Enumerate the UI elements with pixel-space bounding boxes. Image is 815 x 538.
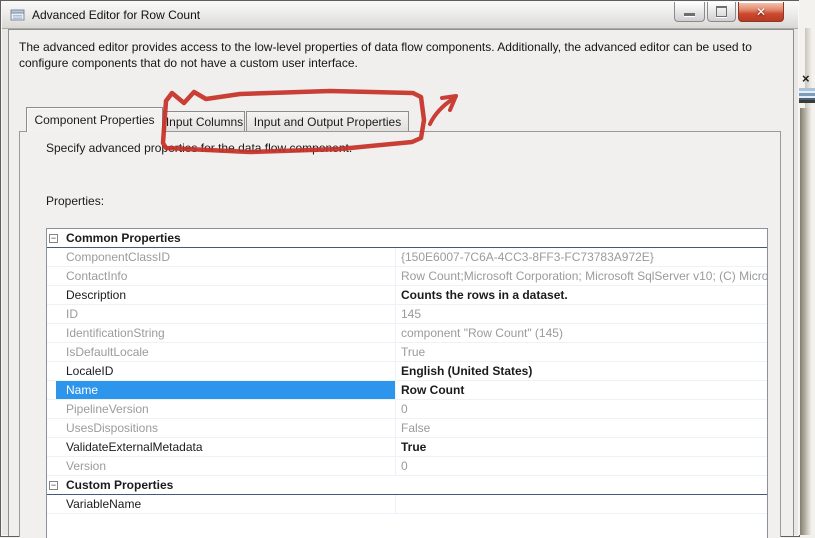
property-row[interactable]: ValidateExternalMetadataTrue — [47, 438, 767, 457]
row-gutter — [47, 305, 56, 323]
maximize-button[interactable] — [707, 2, 736, 22]
property-name[interactable]: ID — [56, 305, 395, 323]
category-label: Custom Properties — [66, 478, 173, 492]
dialog-description: The advanced editor provides access to t… — [19, 39, 771, 71]
property-value[interactable] — [395, 495, 767, 513]
property-name[interactable]: UsesDispositions — [56, 419, 395, 437]
tab-page-instruction: Specify advanced properties for the data… — [46, 141, 352, 155]
property-name[interactable]: IdentificationString — [56, 324, 395, 342]
tab-input-columns[interactable]: Input Columns — [164, 111, 245, 132]
property-name[interactable]: Version — [56, 457, 395, 475]
property-name[interactable]: ValidateExternalMetadata — [56, 438, 395, 456]
property-value[interactable]: 0 — [395, 400, 767, 418]
property-value[interactable]: True — [395, 343, 767, 361]
close-icon: ✕ — [756, 5, 766, 19]
window-title: Advanced Editor for Row Count — [32, 8, 200, 22]
property-grid[interactable]: −Common PropertiesComponentClassID{150E6… — [46, 228, 768, 538]
property-name[interactable]: VariableName — [56, 495, 395, 513]
property-row[interactable]: ComponentClassID{150E6007-7C6A-4CC3-8FF3… — [47, 248, 767, 267]
category-label: Common Properties — [66, 231, 181, 245]
background-window-strip: × — [799, 0, 815, 535]
tab-label: Input and Output Properties — [254, 115, 401, 129]
property-value[interactable]: 0 — [395, 457, 767, 475]
caption-buttons: ✕ — [674, 2, 784, 22]
property-row[interactable]: UsesDispositionsFalse — [47, 419, 767, 438]
close-button[interactable]: ✕ — [738, 2, 784, 22]
property-row[interactable]: IsDefaultLocaleTrue — [47, 343, 767, 362]
property-value[interactable]: False — [395, 419, 767, 437]
property-row[interactable]: ContactInfoRow Count;Microsoft Corporati… — [47, 267, 767, 286]
category-row[interactable]: −Common Properties — [47, 229, 767, 248]
property-row[interactable]: LocaleIDEnglish (United States) — [47, 362, 767, 381]
property-name[interactable]: IsDefaultLocale — [56, 343, 395, 361]
property-value[interactable]: component "Row Count" (145) — [395, 324, 767, 342]
property-name[interactable]: PipelineVersion — [56, 400, 395, 418]
row-gutter — [47, 362, 56, 380]
row-gutter — [47, 438, 56, 456]
window-drop-shadow — [800, 108, 812, 535]
row-gutter — [47, 419, 56, 437]
background-toolbar-lines — [799, 88, 815, 103]
property-value[interactable]: Counts the rows in a dataset. — [395, 286, 767, 304]
property-value[interactable]: English (United States) — [395, 362, 767, 380]
minimize-button[interactable] — [674, 2, 705, 22]
properties-label: Properties: — [46, 194, 104, 208]
property-row[interactable]: PipelineVersion0 — [47, 400, 767, 419]
row-gutter — [47, 324, 56, 342]
property-name[interactable]: ContactInfo — [56, 267, 395, 285]
row-gutter — [47, 286, 56, 304]
advanced-editor-dialog: Advanced Editor for Row Count ✕ The adva… — [0, 0, 800, 537]
property-value[interactable]: 145 — [395, 305, 767, 323]
title-bar[interactable]: Advanced Editor for Row Count ✕ — [2, 2, 798, 29]
collapse-icon[interactable]: − — [49, 234, 58, 243]
property-name[interactable]: Description — [56, 286, 395, 304]
property-name[interactable]: LocaleID — [56, 362, 395, 380]
row-gutter — [47, 457, 56, 475]
collapse-icon[interactable]: − — [49, 481, 58, 490]
row-gutter — [47, 267, 56, 285]
tab-label: Input Columns — [166, 115, 243, 129]
property-value[interactable]: {150E6007-7C6A-4CC3-8FF3-FC73783A972E} — [395, 248, 767, 266]
property-row[interactable]: NameRow Count — [47, 381, 767, 400]
maximize-icon — [716, 6, 727, 17]
property-value[interactable]: Row Count — [395, 381, 767, 399]
row-gutter — [47, 343, 56, 361]
property-row[interactable]: DescriptionCounts the rows in a dataset. — [47, 286, 767, 305]
component-properties-tab-page: Specify advanced properties for the data… — [19, 131, 781, 537]
property-row[interactable]: ID145 — [47, 305, 767, 324]
row-gutter — [47, 400, 56, 418]
row-gutter — [47, 495, 56, 513]
property-row[interactable]: VariableName — [47, 495, 767, 514]
property-value[interactable]: Row Count;Microsoft Corporation; Microso… — [395, 267, 767, 285]
category-row[interactable]: −Custom Properties — [47, 476, 767, 495]
dialog-client-area: The advanced editor provides access to t… — [8, 29, 794, 536]
window-icon — [10, 7, 26, 23]
tab-input-and-output-properties[interactable]: Input and Output Properties — [246, 111, 409, 132]
tab-component-properties[interactable]: Component Properties — [26, 107, 163, 132]
tab-label: Component Properties — [34, 113, 154, 127]
background-close-icon: × — [802, 71, 810, 86]
row-gutter — [47, 248, 56, 266]
row-gutter — [47, 381, 56, 399]
property-name[interactable]: Name — [56, 381, 395, 399]
property-value[interactable]: True — [395, 438, 767, 456]
property-row[interactable]: Version0 — [47, 457, 767, 476]
minimize-icon — [684, 13, 695, 16]
property-row[interactable]: IdentificationStringcomponent "Row Count… — [47, 324, 767, 343]
property-name[interactable]: ComponentClassID — [56, 248, 395, 266]
